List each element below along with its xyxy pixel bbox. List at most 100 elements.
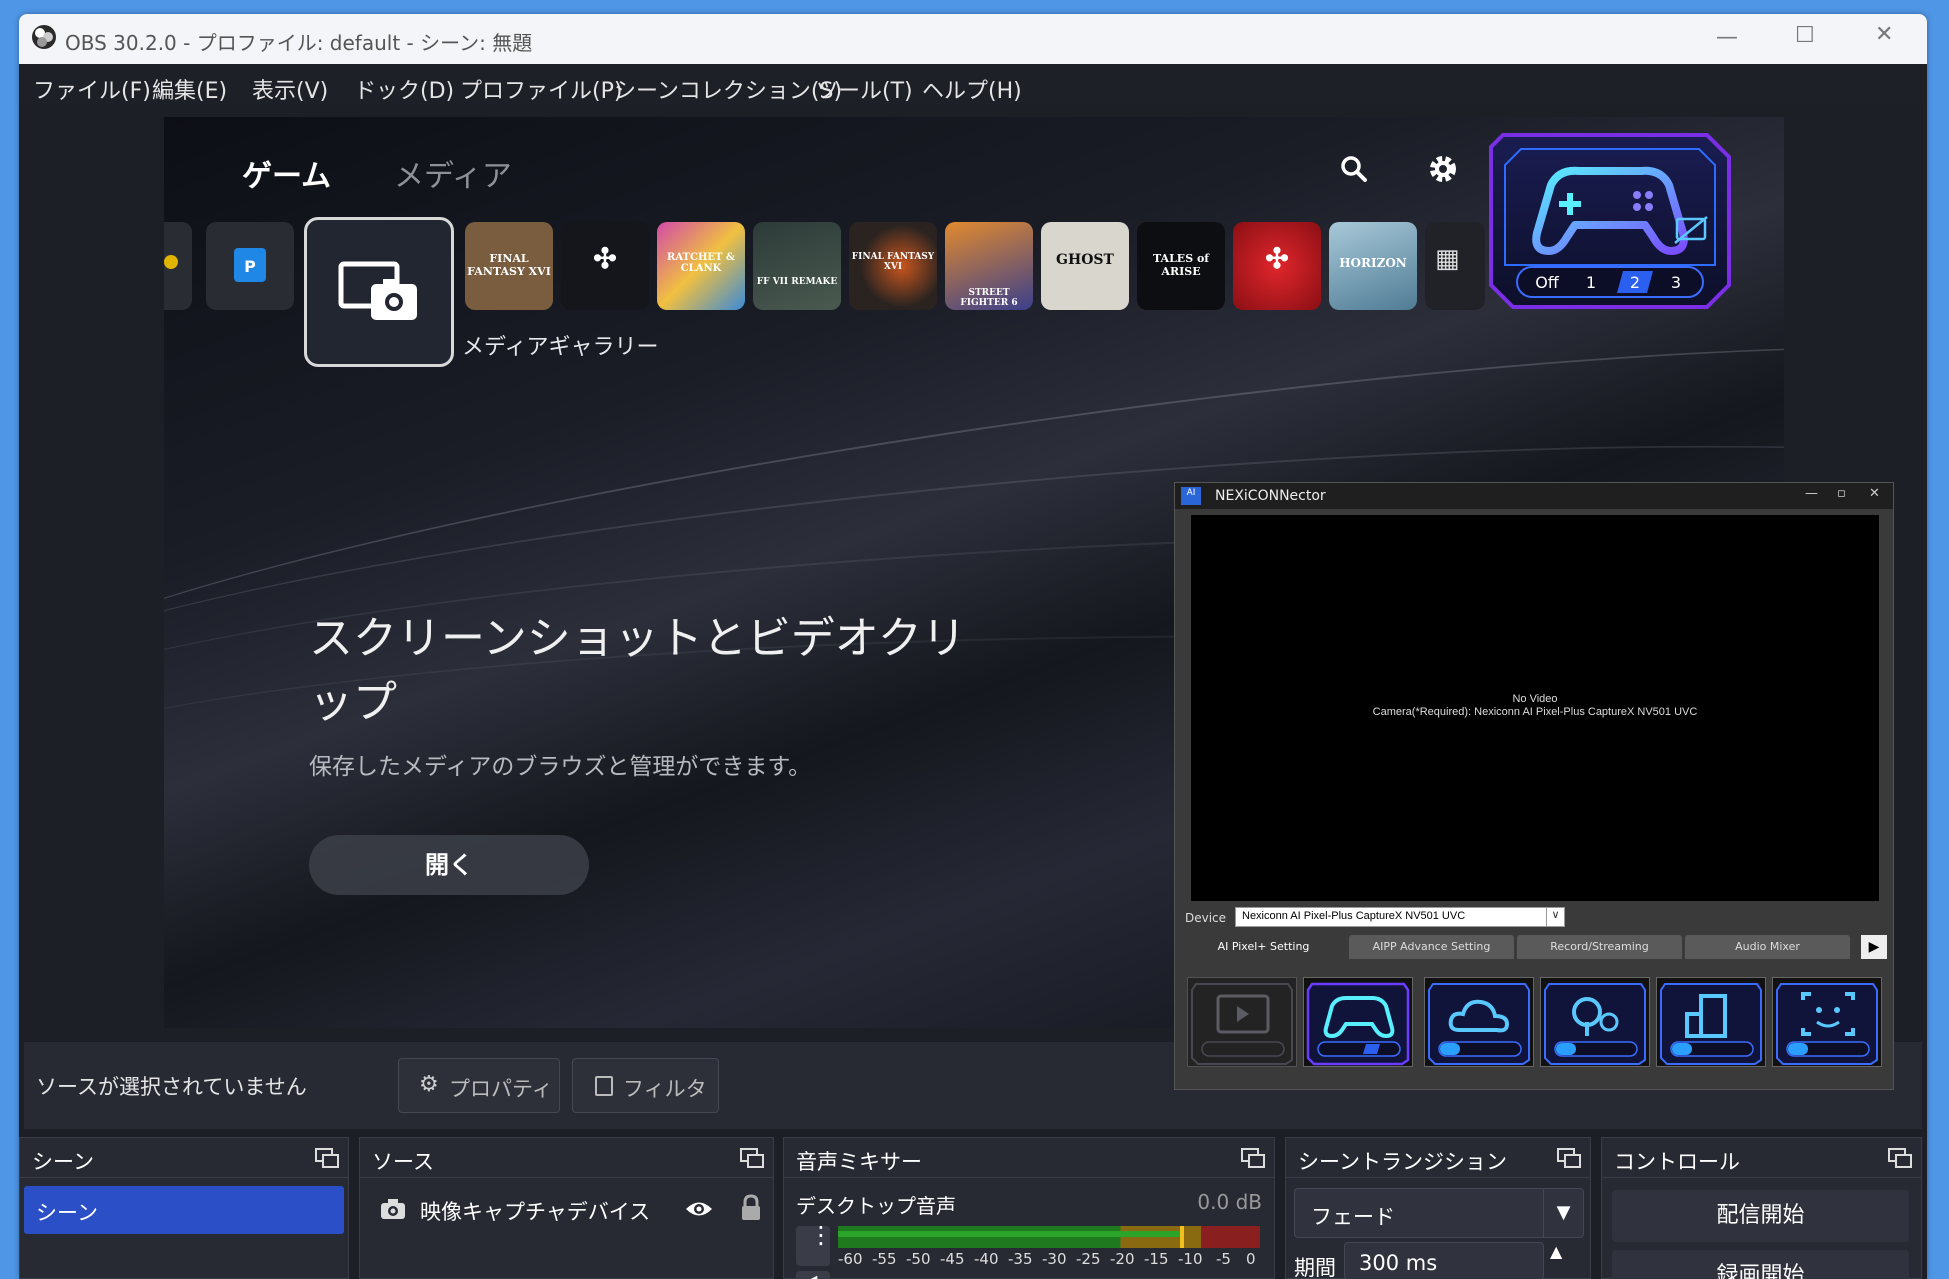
overlay-level-1: 1 (1586, 273, 1596, 292)
scene-item-label: シーン (36, 1201, 98, 1225)
undock-icon[interactable] (739, 1147, 765, 1169)
start-recording-button[interactable]: 録画開始 (1612, 1250, 1909, 1279)
game-tile-7[interactable]: GHOST (1041, 222, 1129, 310)
scenes-dock: シーン シーン (19, 1137, 349, 1279)
partial-tile[interactable] (164, 222, 192, 310)
menu-view[interactable]: 表示(V) (252, 73, 328, 105)
dock-header: ソース (360, 1138, 773, 1178)
minimize-icon[interactable]: — (1805, 486, 1818, 501)
camera-icon (381, 1199, 405, 1219)
overlay-level-off: Off (1535, 273, 1560, 292)
game-library-tile[interactable]: ▦ (1425, 222, 1485, 310)
meter-scale: -60 -55 -50 -45 -40 -35 -30 -25 -20 -15 … (838, 1250, 1268, 1270)
undock-icon[interactable] (1556, 1147, 1582, 1169)
game-tile-3[interactable]: RATCHET & CLANK (657, 222, 745, 310)
library-grid-icon: ▦ (1435, 244, 1460, 274)
game-tile-9[interactable]: ✣ (1233, 222, 1321, 310)
overlay-level-2: 2 (1630, 273, 1640, 292)
camera-text: Camera(*Required): Nexiconn AI Pixel-Plu… (1372, 706, 1698, 718)
menu-profile[interactable]: プロファイル(P) (460, 73, 622, 105)
device-select[interactable]: Nexiconn AI Pixel-Plus CaptureX NV501 UV… (1235, 907, 1565, 927)
filters-label: フィルタ (623, 1077, 707, 1101)
menu-edit[interactable]: 編集(E) (152, 73, 227, 105)
game-title: RATCHET & CLANK (667, 252, 735, 274)
tab-games[interactable]: ゲーム (242, 151, 331, 195)
title-bar: OBS 30.2.0 - プロファイル: default - シーン: 無題 —… (19, 14, 1927, 64)
mode-button-building[interactable] (1656, 977, 1766, 1067)
nexiconnector-title-bar: AI NEXiCONNector — ▫ ✕ (1175, 483, 1893, 509)
media-gallery-tile[interactable] (304, 217, 454, 367)
window-title: OBS 30.2.0 - プロファイル: default - シーン: 無題 (65, 31, 533, 55)
gallery-camera-icon (338, 261, 417, 320)
start-streaming-button[interactable]: 配信開始 (1612, 1190, 1909, 1242)
tab-record-streaming[interactable]: Record/Streaming (1517, 935, 1682, 959)
game-tile-1[interactable]: FINAL FANTASY XVI (465, 222, 553, 310)
game-tile-8[interactable]: TALES of ARISE (1137, 222, 1225, 310)
sources-dock: ソース 映像キャプチャデバイス (359, 1137, 774, 1279)
open-button[interactable]: 開く (309, 835, 589, 895)
game-tile-5[interactable]: FINAL FANTASY XVI (849, 222, 937, 310)
tab-scroll-right-icon[interactable]: ▶ (1861, 935, 1887, 959)
meter-tick: -10 (1178, 1250, 1203, 1268)
search-icon[interactable] (1339, 154, 1369, 184)
app-logo-icon: AI (1181, 487, 1201, 505)
eye-icon[interactable] (684, 1198, 714, 1220)
filters-button[interactable]: フィルタ (572, 1058, 719, 1113)
mode-button-cloud[interactable] (1424, 977, 1534, 1067)
meter-tick: -15 (1144, 1250, 1169, 1268)
tab-media[interactable]: メディア (394, 151, 512, 195)
properties-button[interactable]: ⚙ プロパティ (398, 1058, 560, 1113)
undock-icon[interactable] (1240, 1147, 1266, 1169)
meter-tick: -40 (974, 1250, 999, 1268)
close-icon[interactable]: ✕ (1875, 22, 1893, 47)
playstation-store-tile[interactable]: P (206, 222, 294, 310)
menu-file[interactable]: ファイル(F) (33, 73, 151, 105)
menu-dock[interactable]: ドック(D) (354, 73, 454, 105)
undock-icon[interactable] (314, 1147, 340, 1169)
chevron-up-icon[interactable]: ▲ (1550, 1242, 1562, 1261)
device-value: Nexiconn AI Pixel-Plus CaptureX NV501 UV… (1242, 910, 1466, 922)
game-tile-6[interactable]: STREET FIGHTER 6 (945, 222, 1033, 310)
menu-bar: ファイル(F) 編集(E) 表示(V) ドック(D) プロファイル(P) シーン… (19, 64, 1927, 104)
source-status: ソースが選択されていません (36, 1075, 307, 1099)
spider-emblem-icon: ✣ (593, 242, 617, 275)
mode-button-nature[interactable] (1540, 977, 1650, 1067)
meter-tick: -25 (1076, 1250, 1101, 1268)
source-item[interactable]: 映像キャプチャデバイス (364, 1184, 769, 1236)
undock-icon[interactable] (1887, 1147, 1913, 1169)
maximize-icon[interactable]: ☐ (1795, 23, 1815, 48)
scene-item[interactable]: シーン (24, 1186, 344, 1234)
game-tile-4[interactable]: FF VII REMAKE (753, 222, 841, 310)
maximize-icon[interactable]: ▫ (1837, 486, 1846, 501)
game-title: FINAL FANTASY XVI (467, 252, 551, 278)
store-coin-icon (164, 255, 178, 269)
meter-tick: -60 (838, 1250, 863, 1268)
menu-tools[interactable]: ツール(T) (816, 73, 913, 105)
video-mode-icon (1191, 983, 1293, 1065)
duration-value: 300 ms (1359, 1251, 1438, 1275)
meter-tick: -5 (1216, 1250, 1231, 1268)
duration-input[interactable]: 300 ms (1344, 1242, 1544, 1279)
meter-tick: -55 (872, 1250, 897, 1268)
minimize-icon[interactable]: — (1716, 25, 1738, 50)
close-icon[interactable]: ✕ (1869, 486, 1880, 501)
lock-icon[interactable] (740, 1194, 762, 1222)
building-mode-icon (1660, 983, 1762, 1065)
tab-aipp-advance-setting[interactable]: AIPP Advance Setting (1349, 935, 1514, 959)
game-title: FINAL FANTASY XVI (851, 252, 935, 272)
mode-button-video[interactable] (1187, 977, 1297, 1067)
tab-ai-pixel-setting[interactable]: AI Pixel+ Setting (1181, 935, 1346, 959)
game-tile-2[interactable]: ✣ (561, 222, 649, 310)
kebab-menu-icon: ⋮ (809, 1221, 833, 1249)
gear-icon[interactable] (1426, 152, 1460, 186)
menu-scene-collection[interactable]: シーンコレクション(S) (614, 73, 842, 105)
nature-mode-icon (1544, 983, 1646, 1065)
tab-audio-mixer[interactable]: Audio Mixer (1685, 935, 1850, 959)
game-tile-10[interactable]: HORIZON (1329, 222, 1417, 310)
menu-help[interactable]: ヘルプ(H) (922, 73, 1022, 105)
transition-select[interactable]: フェード ▼ (1294, 1188, 1584, 1238)
mode-button-face[interactable] (1772, 977, 1882, 1067)
mixer-menu-button[interactable]: ⋮ (796, 1221, 833, 1266)
mute-button[interactable]: ◀ (796, 1271, 830, 1279)
mode-button-game[interactable] (1303, 977, 1413, 1067)
